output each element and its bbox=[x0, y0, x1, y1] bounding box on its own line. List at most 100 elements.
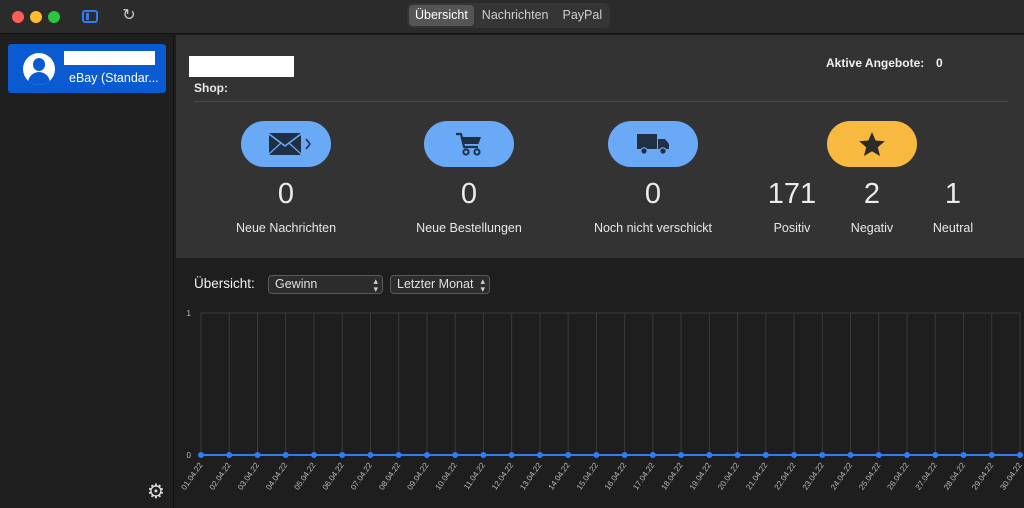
data-point bbox=[254, 452, 261, 458]
data-point bbox=[734, 452, 741, 458]
data-point bbox=[960, 452, 967, 458]
x-tick-label: 19.04.22 bbox=[688, 461, 714, 492]
x-tick-label: 10.04.22 bbox=[434, 461, 460, 492]
data-point bbox=[282, 452, 289, 458]
new-messages-label: Neue Nachrichten bbox=[235, 221, 337, 235]
tab-messages[interactable]: Nachrichten bbox=[476, 5, 555, 26]
new-orders-label: Neue Bestellungen bbox=[416, 221, 522, 235]
positive-rating-label: Positiv bbox=[773, 221, 811, 235]
x-tick-label: 09.04.22 bbox=[405, 461, 431, 492]
data-point bbox=[593, 452, 600, 458]
new-orders-count: 0 bbox=[460, 178, 478, 210]
truck-icon bbox=[637, 134, 669, 155]
x-tick-label: 06.04.22 bbox=[321, 461, 347, 492]
data-point bbox=[480, 452, 487, 458]
summary-panel: Shop: Aktive Angebote: 0 0 Neue Nachrich… bbox=[176, 35, 1024, 258]
cart-icon bbox=[456, 132, 481, 156]
negative-rating-count: 2 bbox=[863, 178, 881, 210]
reload-icon[interactable]: ↻ bbox=[120, 7, 138, 25]
neutral-rating-count: 1 bbox=[944, 178, 962, 210]
tab-overview[interactable]: Übersicht bbox=[409, 5, 474, 26]
data-point bbox=[423, 452, 430, 458]
x-tick-label: 05.04.22 bbox=[292, 461, 318, 492]
data-point bbox=[395, 452, 402, 458]
x-tick-label: 11.04.22 bbox=[462, 461, 487, 492]
sidebar-toggle-icon[interactable] bbox=[82, 10, 98, 23]
data-point bbox=[508, 452, 515, 458]
not-shipped-label: Noch nicht verschickt bbox=[593, 221, 713, 235]
data-point bbox=[762, 452, 769, 458]
x-tick-label: 16.04.22 bbox=[603, 461, 629, 492]
data-point bbox=[310, 452, 317, 458]
x-tick-label: 12.04.22 bbox=[490, 461, 516, 492]
shop-name-redacted bbox=[189, 56, 294, 77]
data-point bbox=[339, 452, 346, 458]
x-tick-label: 28.04.22 bbox=[942, 461, 968, 492]
x-tick-label: 22.04.22 bbox=[772, 461, 798, 492]
not-shipped-count: 0 bbox=[644, 178, 662, 210]
metric-select-value: Gewinn bbox=[275, 277, 318, 291]
x-tick-label: 30.04.22 bbox=[998, 461, 1024, 492]
period-select-value: Letzter Monat bbox=[397, 277, 474, 291]
x-tick-label: 13.04.22 bbox=[518, 461, 544, 492]
x-tick-label: 23.04.22 bbox=[801, 461, 827, 492]
period-select[interactable]: Letzter Monat ▴ ▾ bbox=[390, 275, 490, 294]
title-bar: ↻ Übersicht Nachrichten PayPal bbox=[0, 0, 1024, 34]
data-point bbox=[649, 452, 656, 458]
x-tick-label: 14.04.22 bbox=[547, 461, 573, 492]
data-point bbox=[226, 452, 233, 458]
data-point bbox=[536, 452, 543, 458]
data-point bbox=[819, 452, 826, 458]
x-tick-label: 27.04.22 bbox=[914, 461, 940, 492]
x-tick-label: 04.04.22 bbox=[264, 461, 290, 492]
new-messages-count: 0 bbox=[277, 178, 295, 210]
tab-paypal[interactable]: PayPal bbox=[557, 5, 609, 26]
sidebar: eBay (Standar... ⚙ bbox=[0, 35, 174, 508]
x-tick-label: 18.04.22 bbox=[660, 461, 686, 492]
x-tick-label: 29.04.22 bbox=[970, 461, 996, 492]
data-point bbox=[875, 452, 882, 458]
account-name-redacted bbox=[64, 51, 155, 65]
x-tick-label: 25.04.22 bbox=[857, 461, 883, 492]
ratings-button[interactable] bbox=[827, 121, 917, 167]
divider bbox=[194, 101, 1008, 102]
up-down-chevron-icon: ▴ ▾ bbox=[373, 276, 378, 294]
account-type-label: eBay (Standar... bbox=[69, 71, 159, 85]
shop-label: Shop: bbox=[194, 81, 228, 95]
data-point bbox=[621, 452, 628, 458]
data-point bbox=[988, 452, 995, 458]
neutral-rating-label: Neutral bbox=[932, 221, 974, 235]
x-tick-label: 01.04.22 bbox=[179, 461, 205, 492]
close-window-button[interactable] bbox=[12, 11, 24, 23]
data-point bbox=[791, 452, 798, 458]
zoom-window-button[interactable] bbox=[48, 11, 60, 23]
x-tick-label: 21.04.22 bbox=[744, 461, 770, 492]
data-point bbox=[706, 452, 713, 458]
x-tick-label: 20.04.22 bbox=[716, 461, 742, 492]
minimize-window-button[interactable] bbox=[30, 11, 42, 23]
gear-icon[interactable]: ⚙ bbox=[146, 482, 166, 502]
star-icon bbox=[859, 132, 885, 156]
profit-chart: 0 1 01.04.22 02.04.22 03.04.22 04.04.22 05.04.… bbox=[179, 309, 1024, 492]
up-down-chevron-icon: ▴ ▾ bbox=[480, 276, 485, 294]
messages-button[interactable] bbox=[241, 121, 331, 167]
active-offers-label: Aktive Angebote: bbox=[826, 56, 925, 70]
y-tick-label: 1 bbox=[187, 309, 192, 318]
x-tick-label: 24.04.22 bbox=[829, 461, 855, 492]
data-point bbox=[678, 452, 685, 458]
x-tick-label: 08.04.22 bbox=[377, 461, 403, 492]
data-point bbox=[904, 452, 911, 458]
data-point bbox=[198, 452, 204, 458]
orders-button[interactable] bbox=[424, 121, 514, 167]
x-tick-label: 07.04.22 bbox=[349, 461, 375, 492]
x-tick-label: 03.04.22 bbox=[236, 461, 262, 492]
view-tabs: Übersicht Nachrichten PayPal bbox=[407, 3, 611, 28]
data-point bbox=[452, 452, 459, 458]
sidebar-account-item[interactable]: eBay (Standar... bbox=[8, 44, 166, 93]
metric-select[interactable]: Gewinn ▴ ▾ bbox=[268, 275, 383, 294]
data-point bbox=[1017, 452, 1023, 458]
x-tick-label: 17.04.22 bbox=[631, 461, 657, 492]
data-point bbox=[932, 452, 939, 458]
shipping-button[interactable] bbox=[608, 121, 698, 167]
y-tick-label: 0 bbox=[187, 451, 192, 460]
